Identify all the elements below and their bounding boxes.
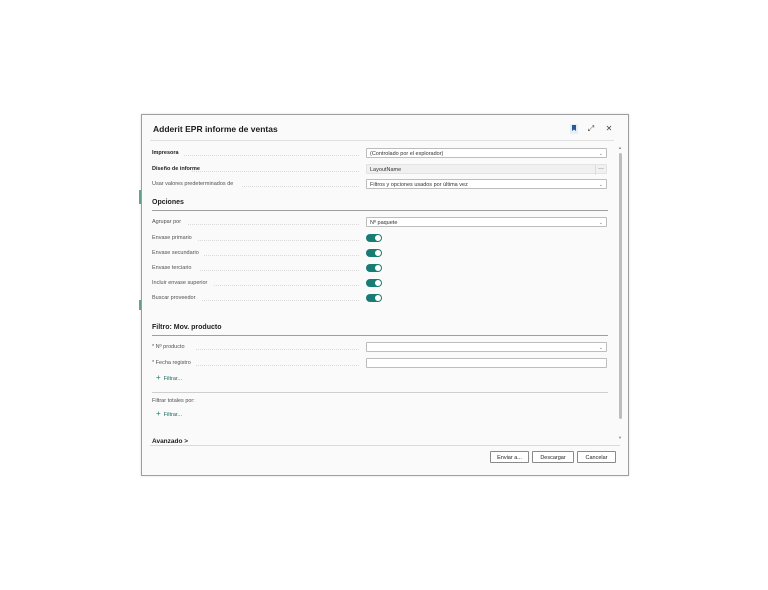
toggle-row-tertiary: Envase terciario — [152, 263, 608, 275]
tertiary-pack-toggle[interactable] — [366, 264, 382, 272]
plus-icon: + — [156, 373, 161, 382]
scrollbar-thumb[interactable] — [619, 153, 622, 419]
primary-pack-toggle[interactable] — [366, 234, 382, 242]
add-totals-filter-label: Filtrar... — [163, 412, 183, 418]
section-divider — [152, 335, 608, 336]
row-leader — [202, 300, 359, 301]
group-by-label: Agrupar por — [152, 219, 182, 225]
product-filter-input[interactable]: ⌄ — [366, 342, 607, 352]
dialog-header-actions: ⤢ ✕ — [570, 124, 614, 134]
printer-select[interactable]: (Controlado por el explorador) ⌄ — [366, 148, 607, 158]
row-leader — [214, 285, 359, 286]
scroll-up-icon[interactable]: ▲ — [618, 145, 622, 150]
section-divider — [152, 392, 608, 393]
row-leader — [192, 171, 359, 172]
dialog-title: Adderit EPR informe de ventas — [153, 124, 278, 134]
layout-field[interactable]: LayoutName … — [366, 164, 607, 175]
defaults-value: Filtros y opciones usados por última vez — [370, 182, 468, 188]
layout-row: Diseño de informe LayoutName … — [152, 164, 608, 176]
group-by-value: Nº paquete — [370, 220, 398, 226]
toggle-label: Buscar proveedor — [152, 295, 196, 301]
row-leader — [188, 224, 359, 225]
add-totals-filter-link[interactable]: + Filtrar... — [156, 409, 182, 418]
vertical-scrollbar[interactable]: ▲ ▼ — [618, 145, 623, 445]
row-leader — [242, 186, 359, 187]
defaults-select[interactable]: Filtros y opciones usados por última vez… — [366, 179, 607, 189]
section-divider — [152, 210, 608, 211]
footer-buttons: Enviar a... Descargar Cancelar — [490, 451, 616, 463]
row-leader — [196, 365, 359, 366]
toggle-label: Envase primario — [152, 235, 192, 241]
layout-value: LayoutName — [370, 167, 402, 173]
row-leader — [196, 349, 359, 350]
send-to-button[interactable]: Enviar a... — [490, 451, 529, 463]
date-filter-label: * Fecha registro — [152, 360, 191, 366]
chevron-down-icon: ⌄ — [598, 151, 603, 157]
chevron-down-icon: ⌄ — [598, 182, 603, 188]
download-button[interactable]: Descargar — [532, 451, 574, 463]
totals-filter-label: Filtrar totales por: — [152, 398, 195, 404]
cancel-button[interactable]: Cancelar — [577, 451, 616, 463]
group-by-select[interactable]: Nº paquete ⌄ — [366, 217, 607, 227]
date-filter-row: * Fecha registro — [152, 358, 608, 370]
product-filter-label: * Nº producto — [152, 344, 185, 350]
row-leader — [204, 255, 359, 256]
add-filter-link[interactable]: + Filtrar... — [156, 373, 182, 382]
row-leader — [200, 270, 359, 271]
printer-row: Impresora (Controlado por el explorador)… — [152, 148, 608, 160]
dialog-content: Impresora (Controlado por el explorador)… — [150, 146, 610, 446]
add-filter-label: Filtrar... — [163, 376, 183, 382]
product-filter-row: * Nº producto ⌄ — [152, 342, 608, 354]
dialog-footer — [150, 445, 620, 446]
close-icon[interactable]: ✕ — [604, 124, 614, 134]
chevron-down-icon: ⌄ — [598, 345, 603, 351]
defaults-label: Usar valores predeterminados de — [152, 181, 234, 187]
toggle-label: Incluir envase superior — [152, 280, 208, 286]
toggle-row-secondary: Envase secundario — [152, 248, 608, 260]
toggle-label: Envase terciario — [152, 265, 192, 271]
printer-label: Impresora — [152, 150, 179, 156]
printer-value: (Controlado por el explorador) — [370, 151, 444, 157]
include-upper-pack-toggle[interactable] — [366, 279, 382, 287]
row-leader — [198, 240, 359, 241]
toggle-row-upper: Incluir envase superior — [152, 278, 608, 290]
toggle-row-vendor: Buscar proveedor — [152, 293, 608, 305]
plus-icon: + — [156, 409, 161, 418]
scroll-down-icon[interactable]: ▼ — [618, 435, 622, 440]
filter-section-title[interactable]: Filtro: Mov. producto — [152, 324, 221, 331]
options-section-title[interactable]: Opciones — [152, 199, 184, 206]
ellipsis-icon[interactable]: … — [595, 165, 606, 175]
report-request-dialog: Adderit EPR informe de ventas ⤢ ✕ Impres… — [141, 114, 629, 476]
find-vendor-toggle[interactable] — [366, 294, 382, 302]
toggle-label: Envase secundario — [152, 250, 199, 256]
secondary-pack-toggle[interactable] — [366, 249, 382, 257]
row-leader — [184, 155, 359, 156]
toggle-row-primary: Envase primario — [152, 233, 608, 245]
advanced-link[interactable]: Avanzado > — [152, 438, 188, 445]
defaults-row: Usar valores predeterminados de Filtros … — [152, 179, 608, 191]
header-divider — [150, 140, 614, 141]
expand-icon[interactable]: ⤢ — [586, 124, 596, 134]
bookmark-icon[interactable] — [570, 124, 578, 134]
chevron-down-icon: ⌄ — [598, 220, 603, 226]
group-by-row: Agrupar por Nº paquete ⌄ — [152, 217, 608, 229]
date-filter-input[interactable] — [366, 358, 607, 368]
